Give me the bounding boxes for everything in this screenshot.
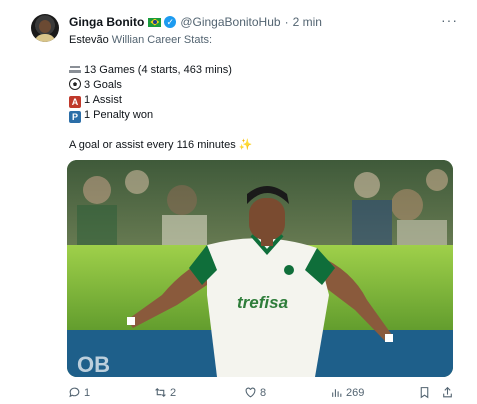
avatar[interactable] [31, 14, 59, 42]
more-options-icon[interactable]: ··· [441, 12, 458, 28]
penalty-icon: P [69, 111, 81, 123]
like-count: 8 [260, 386, 267, 399]
assist-icon: A [69, 96, 81, 108]
jersey-sponsor: trefisa [237, 293, 288, 312]
avatar-shirt [34, 34, 56, 42]
stat-assist-text: 1 Assist [84, 94, 122, 106]
summary-line: A goal or assist every 116 minutes ✨ [69, 138, 252, 153]
svg-text:OB: OB [77, 352, 110, 377]
soccer-ball-icon [69, 78, 81, 90]
tweet-card: Ginga Bonito ✓ @GingaBonitoHub · 2 min ·… [0, 0, 477, 404]
tweet-text: Estevão Willian Career Stats: 13 Games (… [69, 33, 252, 153]
stat-goals-text: 3 Goals [84, 79, 122, 91]
brazil-flag-icon [148, 17, 162, 27]
timestamp[interactable]: 2 min [293, 15, 322, 29]
player-name: Estevão [69, 34, 109, 46]
summary-text: A goal or assist every 116 minutes [69, 139, 236, 151]
bookmark-button[interactable] [418, 386, 434, 399]
reply-count: 1 [84, 386, 91, 399]
stat-assist: A1 Assist [69, 93, 252, 108]
stat-goals: 3 Goals [69, 78, 252, 93]
reply-button[interactable]: 1 [68, 386, 90, 399]
title-rest: Willian Career Stats: [108, 34, 213, 46]
display-name[interactable]: Ginga Bonito [69, 15, 144, 29]
views-chart-icon [332, 389, 342, 397]
stat-penalty-text: 1 Penalty won [84, 109, 154, 121]
share-icon [443, 386, 452, 398]
player-photo[interactable]: OB trefisa [67, 160, 453, 377]
heart-icon [245, 387, 256, 398]
avatar-face [39, 20, 51, 33]
views-count: 269 [346, 386, 365, 399]
stat-penalty: P1 Penalty won [69, 108, 252, 123]
views-button[interactable]: 269 [330, 386, 364, 399]
bookmark-icon [420, 387, 429, 399]
action-bar: 1 2 8 269 [0, 386, 477, 402]
clapping-hands-icon: ✨ [238, 139, 253, 151]
stat-games-text: 13 Games (4 starts, 463 mins) [84, 64, 232, 76]
user-handle[interactable]: @GingaBonitoHub [180, 15, 280, 29]
like-button[interactable]: 8 [244, 386, 266, 399]
player-photo-illustration: OB trefisa [67, 160, 453, 377]
verified-badge-icon: ✓ [164, 16, 177, 28]
separator-dot: · [284, 15, 289, 29]
reply-icon [69, 387, 80, 398]
repost-count: 2 [170, 386, 177, 399]
stat-games: 13 Games (4 starts, 463 mins) [69, 63, 252, 78]
share-button[interactable] [441, 386, 457, 399]
stadium-icon [69, 63, 81, 75]
tweet-header: Ginga Bonito ✓ @GingaBonitoHub · 2 min [69, 14, 322, 30]
repost-button[interactable]: 2 [154, 386, 176, 399]
title-line: Estevão Willian Career Stats: [69, 33, 252, 48]
repost-icon [155, 387, 166, 398]
